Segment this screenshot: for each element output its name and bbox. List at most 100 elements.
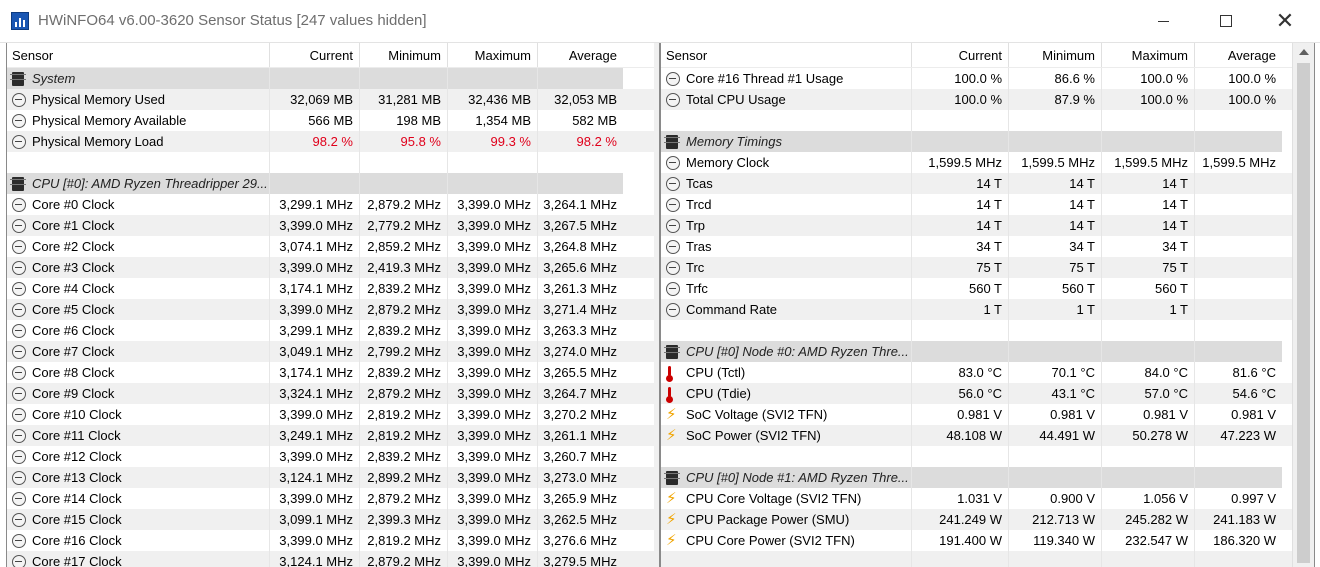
sensor-row[interactable]: Physical Memory Load 98.2 % 95.8 % 99.3 % 98… [7, 131, 654, 152]
value-maximum: 99.3 % [447, 131, 537, 152]
column-header-current[interactable]: Current [269, 43, 359, 67]
sensor-label: Total CPU Usage [686, 92, 786, 107]
value-current: 3,099.1 MHz [269, 509, 359, 530]
sensor-row[interactable]: ⚡ CPU Package Power (SMU) 241.249 W 212.713… [661, 509, 1292, 530]
sensor-row[interactable]: CPU (Tctl) 83.0 °C 70.1 °C 84.0 °C 81.6 °C [661, 362, 1292, 383]
sensor-row[interactable]: Core #6 Clock 3,299.1 MHz 2,839.2 MHz 3,399… [7, 320, 654, 341]
sensor-name-cell: Core #1 Clock [7, 215, 269, 236]
value-average: 100.0 % [1194, 89, 1282, 110]
sensor-row[interactable]: Core #8 Clock 3,174.1 MHz 2,839.2 MHz 3,399… [7, 362, 654, 383]
column-header-minimum[interactable]: Minimum [359, 43, 447, 67]
value-current [269, 68, 359, 89]
sensor-row[interactable]: Memory Clock 1,599.5 MHz 1,599.5 MHz 1,599.… [661, 152, 1292, 173]
scroll-up-arrow-icon[interactable] [1299, 49, 1309, 55]
sensor-group-row[interactable]: Memory Timings [661, 131, 1292, 152]
sensor-row[interactable]: Trc 75 T 75 T 75 T [661, 257, 1292, 278]
value-minimum: 0.900 V [1008, 488, 1101, 509]
minimize-icon [1157, 20, 1169, 22]
column-header-maximum[interactable]: Maximum [1101, 43, 1194, 67]
sensor-row[interactable]: Trp 14 T 14 T 14 T [661, 215, 1292, 236]
sensor-row[interactable]: Physical Memory Used 32,069 MB 31,281 MB 32… [7, 89, 654, 110]
sensor-name-cell: ⚡ CPU Core Power (SVI2 TFN) [661, 530, 911, 551]
sensor-row[interactable]: Core #16 Thread #1 Usage 100.0 % 86.6 % 100… [661, 68, 1292, 89]
sensor-row[interactable]: ⚡ SoC Power (SVI2 TFN) 48.108 W 44.491 W 50.… [661, 425, 1292, 446]
column-header-average[interactable]: Average [1194, 43, 1282, 67]
gauge-icon [12, 491, 26, 506]
column-header-average[interactable]: Average [537, 43, 623, 67]
gauge-icon [12, 512, 26, 527]
value-maximum: 100.0 % [1101, 68, 1194, 89]
sensor-row[interactable]: Core #15 Clock 3,099.1 MHz 2,399.3 MHz 3,39… [7, 509, 654, 530]
sensor-row[interactable]: Core #7 Clock 3,049.1 MHz 2,799.2 MHz 3,399… [7, 341, 654, 362]
column-header-sensor[interactable]: Sensor [661, 43, 911, 67]
sensor-label: CPU Package Power (SMU) [686, 512, 850, 527]
sensor-group-row[interactable]: CPU [#0] Node #0: AMD Ryzen Thre... [661, 341, 1292, 362]
sensor-row[interactable]: Core #4 Clock 3,174.1 MHz 2,839.2 MHz 3,399… [7, 278, 654, 299]
sensor-label: CPU (Tdie) [686, 386, 752, 401]
sensor-row[interactable]: Core #14 Clock 3,399.0 MHz 2,879.2 MHz 3,39… [7, 488, 654, 509]
sensor-name-cell: Physical Memory Available [7, 110, 269, 131]
sensor-row[interactable]: Trfc 560 T 560 T 560 T [661, 278, 1292, 299]
value-maximum: 1.056 V [1101, 488, 1194, 509]
sensor-row[interactable]: Core #13 Clock 3,124.1 MHz 2,899.2 MHz 3,39… [7, 467, 654, 488]
sensor-name-cell: Core #15 Clock [7, 509, 269, 530]
value-current: 48.108 W [911, 425, 1008, 446]
sensor-row[interactable]: Tcas 14 T 14 T 14 T [661, 173, 1292, 194]
value-maximum: 32,436 MB [447, 89, 537, 110]
sensor-row[interactable]: Total CPU Usage 100.0 % 87.9 % 100.0 % 100.0… [661, 89, 1292, 110]
column-header-current[interactable]: Current [911, 43, 1008, 67]
sensor-row[interactable]: Command Rate 1 T1 T1 T [661, 299, 1292, 320]
column-header-minimum[interactable]: Minimum [1008, 43, 1101, 67]
sensor-name-cell: Physical Memory Load [7, 131, 269, 152]
sensor-row[interactable]: Tras 34 T 34 T 34 T [661, 236, 1292, 257]
sensor-row[interactable]: Physical Memory Available 566 MB 198 MB 1,3… [7, 110, 654, 131]
maximize-button[interactable] [1203, 0, 1249, 42]
value-current [911, 551, 1008, 567]
value-current: 3,049.1 MHz [269, 341, 359, 362]
sensor-label: Tcas [686, 176, 713, 191]
sensor-group-row[interactable]: CPU [#0]: AMD Ryzen Threadripper 29... [7, 173, 654, 194]
sensor-name-cell: CPU [#0] Node #0: AMD Ryzen Thre... [661, 341, 911, 362]
sensor-row[interactable]: Core #9 Clock 3,324.1 MHz 2,879.2 MHz 3,399… [7, 383, 654, 404]
value-average: 100.0 % [1194, 68, 1282, 89]
value-maximum: 3,399.0 MHz [447, 215, 537, 236]
value-average [1194, 446, 1282, 467]
sensor-row[interactable]: Core #3 Clock 3,399.0 MHz 2,419.3 MHz 3,399… [7, 257, 654, 278]
column-header-sensor[interactable]: Sensor [7, 43, 269, 67]
close-button[interactable]: ✕ [1262, 0, 1308, 42]
sensor-group-row[interactable]: CPU [#0] Node #1: AMD Ryzen Thre... [661, 467, 1292, 488]
sensor-row[interactable]: Core #0 Clock 3,299.1 MHz 2,879.2 MHz 3,399… [7, 194, 654, 215]
sensor-row[interactable]: Core #2 Clock 3,074.1 MHz 2,859.2 MHz 3,399… [7, 236, 654, 257]
sensor-group-row[interactable]: System [7, 68, 654, 89]
hwinfo-app-icon[interactable] [11, 12, 29, 30]
sensor-row[interactable]: Trcd 14 T 14 T 14 T [661, 194, 1292, 215]
sensor-row[interactable]: Core #5 Clock 3,399.0 MHz 2,879.2 MHz 3,399… [7, 299, 654, 320]
value-current [911, 110, 1008, 131]
sensor-name-cell [661, 551, 911, 567]
value-average [1194, 236, 1282, 257]
column-header-maximum[interactable]: Maximum [447, 43, 537, 67]
value-average: 3,274.0 MHz [537, 341, 623, 362]
vertical-scrollbar[interactable] [1292, 43, 1314, 567]
gauge-icon [12, 134, 26, 149]
sensor-row[interactable]: ⚡ CPU Core Power (SVI2 TFN) 191.400 W 119.3… [661, 530, 1292, 551]
value-minimum: 1,599.5 MHz [1008, 152, 1101, 173]
scrollbar-thumb[interactable] [1297, 63, 1310, 563]
sensor-row[interactable]: Core #11 Clock 3,249.1 MHz 2,819.2 MHz 3,39… [7, 425, 654, 446]
sensor-row[interactable]: Core #17 Clock 3,124.1 MHz 2,879.2 MHz 3,39… [7, 551, 654, 567]
value-average [537, 152, 623, 173]
minimize-button[interactable] [1140, 0, 1186, 42]
sensor-table-right[interactable]: Sensor Current Minimum Maximum Average Core #… [660, 43, 1292, 567]
sensor-row[interactable]: CPU (Tdie) 56.0 °C 43.1 °C 57.0 °C 54.6 °C [661, 383, 1292, 404]
sensor-row[interactable]: ⚡ SoC Voltage (SVI2 TFN) 0.981 V 0.981 V 0.9… [661, 404, 1292, 425]
value-maximum [1101, 551, 1194, 567]
value-average: 32,053 MB [537, 89, 623, 110]
sensor-row[interactable]: Core #10 Clock 3,399.0 MHz 2,819.2 MHz 3,39… [7, 404, 654, 425]
value-current: 75 T [911, 257, 1008, 278]
sensor-row[interactable]: Core #16 Clock 3,399.0 MHz 2,819.2 MHz 3,39… [7, 530, 654, 551]
sensor-row[interactable]: Core #1 Clock 3,399.0 MHz 2,779.2 MHz 3,399… [7, 215, 654, 236]
sensor-row[interactable]: Core #12 Clock 3,399.0 MHz 2,839.2 MHz 3,39… [7, 446, 654, 467]
sensor-row[interactable]: ⚡ CPU Core Voltage (SVI2 TFN) 1.031 V 0.900… [661, 488, 1292, 509]
value-average [537, 68, 623, 89]
sensor-table-left[interactable]: Sensor Current Minimum Maximum Average System… [6, 43, 654, 567]
